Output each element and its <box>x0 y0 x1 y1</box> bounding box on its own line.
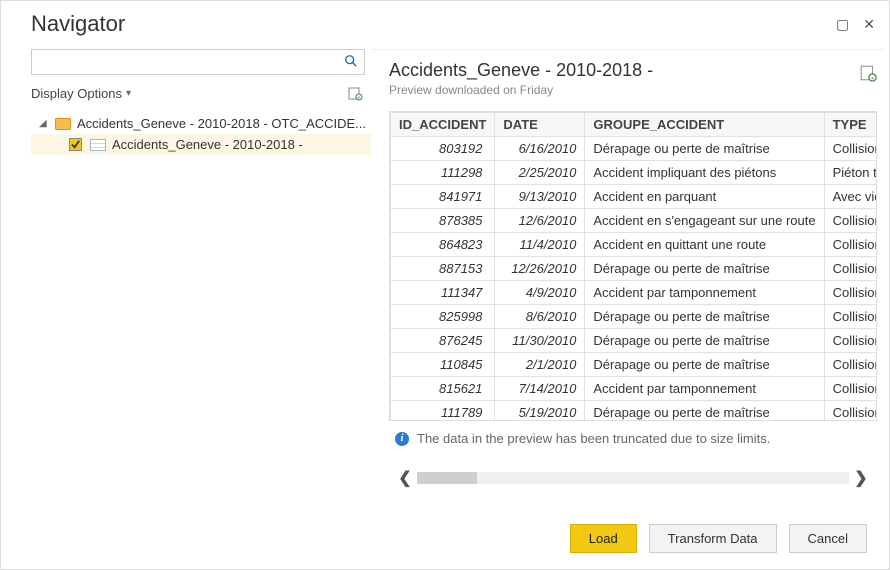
table-row[interactable]: 8031926/16/2010Dérapage ou perte de maît… <box>391 137 878 161</box>
caret-down-icon[interactable]: ◢ <box>39 118 49 129</box>
cell-id: 876245 <box>391 329 495 353</box>
preview-grid[interactable]: ID_ACCIDENT DATE GROUPE_ACCIDENT TYPE 80… <box>389 111 877 421</box>
table-row[interactable]: 86482311/4/2010Accident en quittant une … <box>391 233 878 257</box>
cell-date: 8/6/2010 <box>495 305 585 329</box>
cell-type: Collision avec u <box>824 257 877 281</box>
tree-item-label: Accidents_Geneve - 2010-2018 - <box>112 137 303 152</box>
refresh-icon[interactable]: + <box>347 85 363 101</box>
col-date[interactable]: DATE <box>495 113 585 137</box>
cell-id: 111347 <box>391 281 495 305</box>
cell-group: Dérapage ou perte de maîtrise <box>585 329 824 353</box>
tree-folder-root[interactable]: ◢ Accidents_Geneve - 2010-2018 - OTC_ACC… <box>31 113 371 134</box>
cell-type: Collision avec u <box>824 353 877 377</box>
dialog-title: Navigator <box>31 11 836 37</box>
col-id-accident[interactable]: ID_ACCIDENT <box>391 113 495 137</box>
cell-date: 9/13/2010 <box>495 185 585 209</box>
info-icon: i <box>395 432 409 446</box>
cell-date: 2/25/2010 <box>495 161 585 185</box>
cell-id: 887153 <box>391 257 495 281</box>
search-input[interactable] <box>38 51 344 73</box>
scroll-track[interactable] <box>417 472 849 484</box>
cell-group: Dérapage ou perte de maîtrise <box>585 137 824 161</box>
cell-date: 6/16/2010 <box>495 137 585 161</box>
maximize-icon[interactable]: ▢ <box>836 17 849 31</box>
cell-group: Accident impliquant des piétons <box>585 161 824 185</box>
cell-group: Accident par tamponnement <box>585 377 824 401</box>
load-button[interactable]: Load <box>570 524 637 553</box>
cell-type: Collision en s'er <box>824 209 877 233</box>
cell-id: 864823 <box>391 233 495 257</box>
preview-subtitle: Preview downloaded on Friday <box>389 83 859 97</box>
cell-type: Collision avec u <box>824 137 877 161</box>
table-row[interactable]: 88715312/26/2010Dérapage ou perte de maî… <box>391 257 878 281</box>
transform-data-button[interactable]: Transform Data <box>649 524 777 553</box>
table-row[interactable]: 1112982/25/2010Accident impliquant des p… <box>391 161 878 185</box>
cell-group: Accident en quittant une route <box>585 233 824 257</box>
cell-type: Piéton touché p <box>824 161 877 185</box>
cell-id: 111789 <box>391 401 495 422</box>
cell-group: Accident en s'engageant sur une route <box>585 209 824 233</box>
table-row[interactable]: 87838512/6/2010Accident en s'engageant s… <box>391 209 878 233</box>
close-icon[interactable]: ✕ <box>863 17 875 31</box>
search-icon[interactable] <box>344 54 358 71</box>
scroll-right-icon[interactable]: ❯ <box>849 468 873 488</box>
chevron-down-icon[interactable]: ▾ <box>126 88 131 99</box>
table-row[interactable]: 8259988/6/2010Dérapage ou perte de maîtr… <box>391 305 878 329</box>
cell-id: 878385 <box>391 209 495 233</box>
cell-date: 2/1/2010 <box>495 353 585 377</box>
display-options-button[interactable]: Display Options <box>31 86 122 101</box>
preview-title: Accidents_Geneve - 2010-2018 - <box>389 60 859 81</box>
cell-type: Collision avec u <box>824 281 877 305</box>
svg-text:+: + <box>871 76 874 82</box>
cell-id: 825998 <box>391 305 495 329</box>
cell-id: 841971 <box>391 185 495 209</box>
svg-text:+: + <box>358 95 361 101</box>
cell-date: 12/26/2010 <box>495 257 585 281</box>
table-row[interactable]: 1113474/9/2010Accident par tamponnementC… <box>391 281 878 305</box>
table-row[interactable]: 8419719/13/2010Accident en parquantAvec … <box>391 185 878 209</box>
cell-date: 11/4/2010 <box>495 233 585 257</box>
cell-type: Collision avec u <box>824 401 877 422</box>
tree-item-accidents-geneve[interactable]: Accidents_Geneve - 2010-2018 - <box>31 134 371 155</box>
cell-date: 11/30/2010 <box>495 329 585 353</box>
cell-type: Collision en obli <box>824 233 877 257</box>
tree-item-checkbox[interactable] <box>69 138 82 151</box>
truncation-message: The data in the preview has been truncat… <box>417 431 770 446</box>
cell-type: Collision avec u <box>824 329 877 353</box>
cell-id: 803192 <box>391 137 495 161</box>
cell-group: Dérapage ou perte de maîtrise <box>585 401 824 422</box>
table-row[interactable]: 8156217/14/2010Accident par tamponnement… <box>391 377 878 401</box>
cell-id: 111298 <box>391 161 495 185</box>
cell-group: Dérapage ou perte de maîtrise <box>585 257 824 281</box>
folder-icon <box>55 118 71 130</box>
cell-group: Dérapage ou perte de maîtrise <box>585 353 824 377</box>
search-box[interactable] <box>31 49 365 75</box>
table-header-row: ID_ACCIDENT DATE GROUPE_ACCIDENT TYPE <box>391 113 878 137</box>
table-row[interactable]: 1117895/19/2010Dérapage ou perte de maît… <box>391 401 878 422</box>
horizontal-scrollbar[interactable]: ❮ ❯ <box>389 466 877 490</box>
cell-group: Accident en parquant <box>585 185 824 209</box>
cell-type: Collision avec u <box>824 305 877 329</box>
scroll-left-icon[interactable]: ❮ <box>393 468 417 488</box>
col-groupe-accident[interactable]: GROUPE_ACCIDENT <box>585 113 824 137</box>
cell-group: Dérapage ou perte de maîtrise <box>585 305 824 329</box>
cell-group: Accident par tamponnement <box>585 281 824 305</box>
table-row[interactable]: 87624511/30/2010Dérapage ou perte de maî… <box>391 329 878 353</box>
cancel-button[interactable]: Cancel <box>789 524 867 553</box>
cell-date: 5/19/2010 <box>495 401 585 422</box>
table-icon <box>90 139 106 151</box>
cell-type: Avec violation d <box>824 185 877 209</box>
table-row[interactable]: 1108452/1/2010Dérapage ou perte de maîtr… <box>391 353 878 377</box>
cell-id: 110845 <box>391 353 495 377</box>
col-type[interactable]: TYPE <box>824 113 877 137</box>
tree-root-label: Accidents_Geneve - 2010-2018 - OTC_ACCID… <box>77 116 366 131</box>
cell-date: 12/6/2010 <box>495 209 585 233</box>
scroll-thumb[interactable] <box>417 472 477 484</box>
cell-type: Collision avec u <box>824 377 877 401</box>
cell-date: 4/9/2010 <box>495 281 585 305</box>
preview-refresh-icon[interactable]: + <box>859 64 877 82</box>
cell-date: 7/14/2010 <box>495 377 585 401</box>
navigator-tree: ◢ Accidents_Geneve - 2010-2018 - OTC_ACC… <box>31 113 371 155</box>
cell-id: 815621 <box>391 377 495 401</box>
